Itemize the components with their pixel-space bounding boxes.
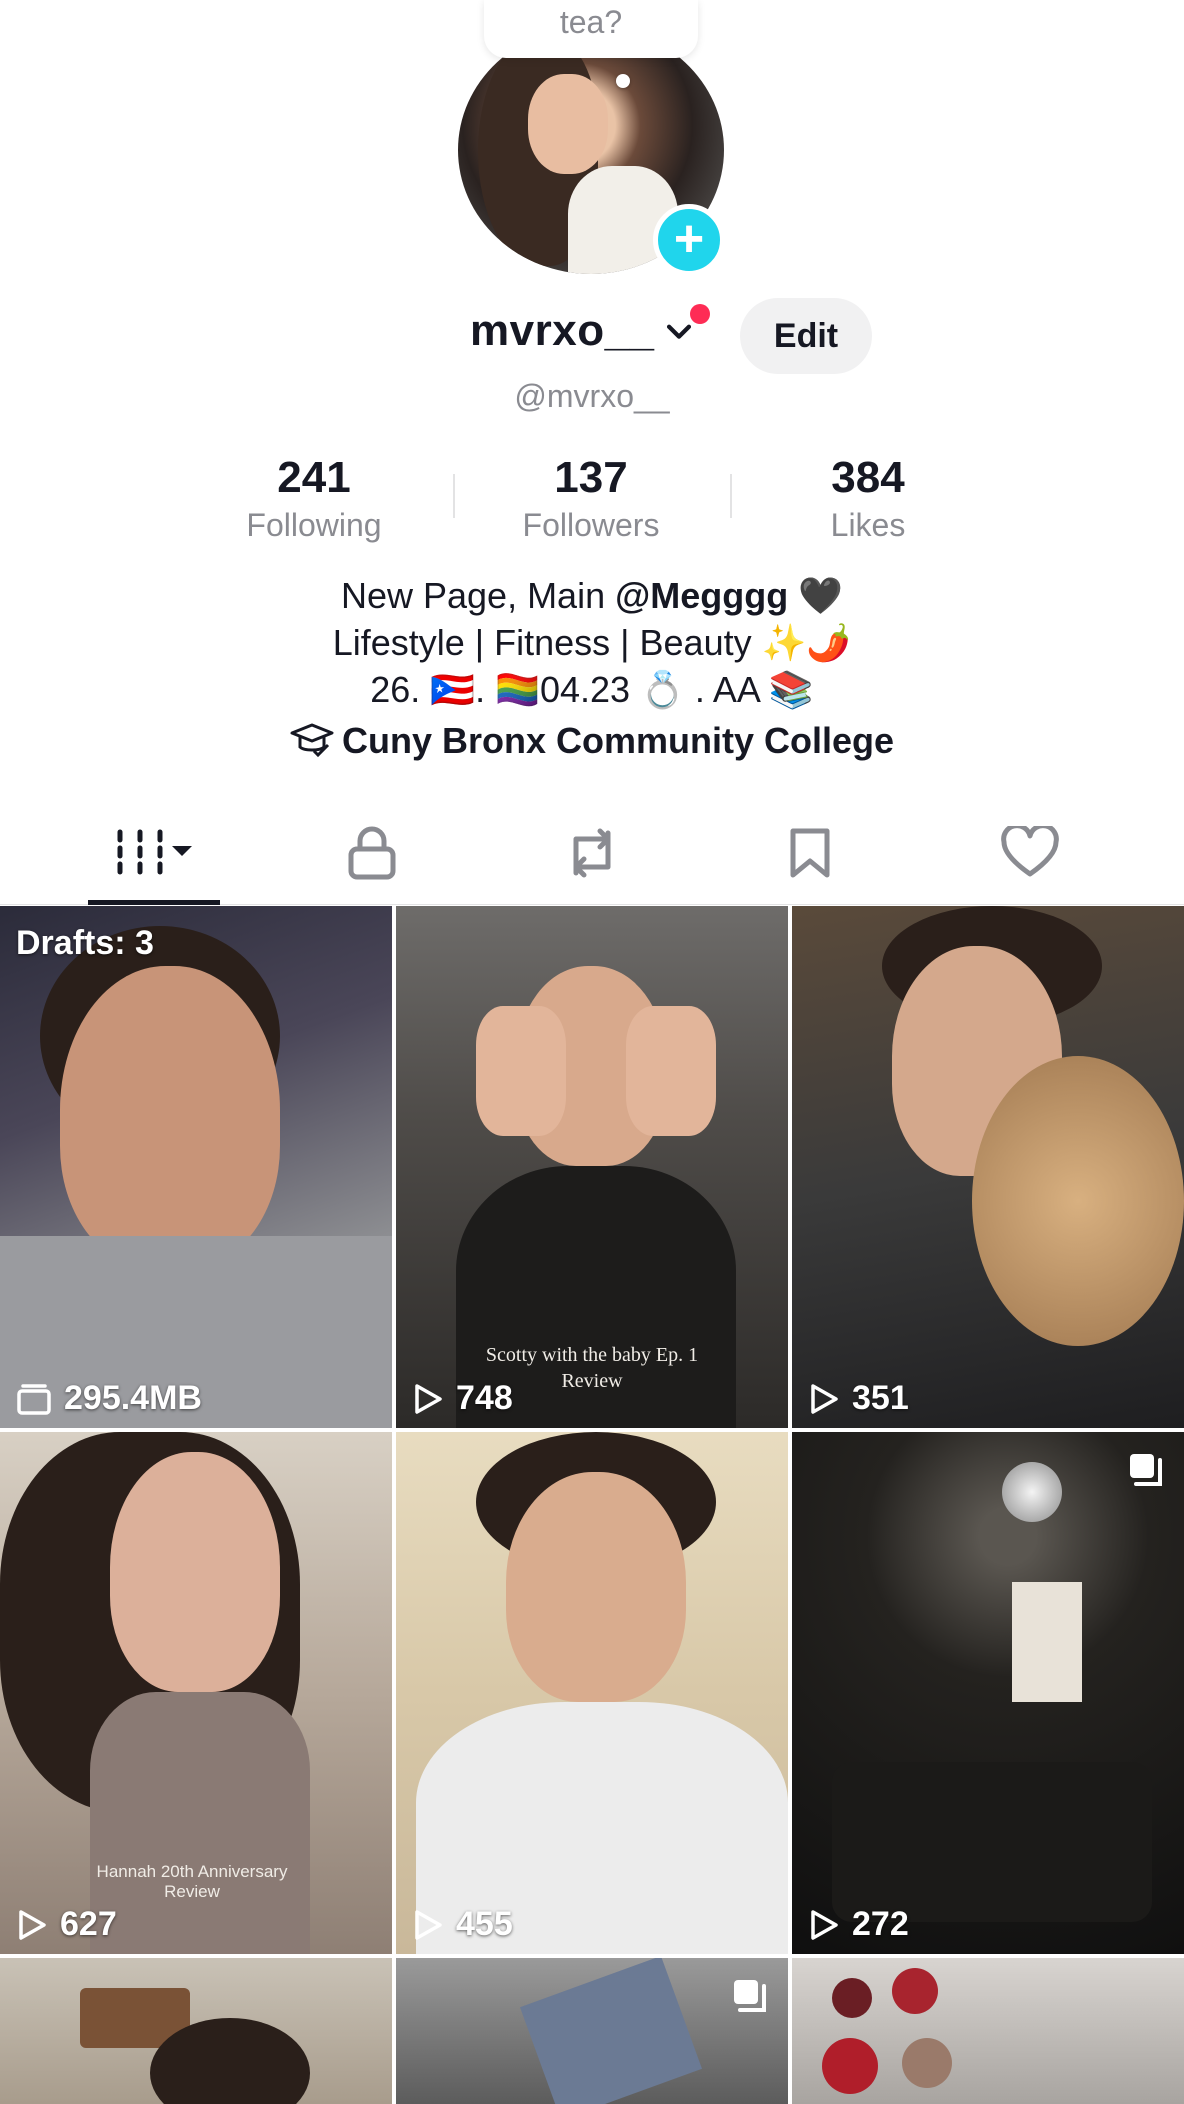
followers-count: 137 [554, 453, 628, 502]
stat-divider [730, 474, 732, 518]
video-thumbnail[interactable]: Scotty with the baby Ep. 1 Review 748 [396, 906, 788, 1428]
video-thumbnail[interactable]: 272 [792, 1432, 1184, 1954]
thumb-detail [972, 1056, 1184, 1346]
bio-text: 🖤 [788, 575, 844, 616]
thumb-detail [1012, 1582, 1082, 1702]
video-thumbnail[interactable]: 455 [396, 1432, 788, 1954]
bio-text: New Page, Main [340, 575, 616, 616]
user-handle: @mvrxo__ [514, 378, 670, 414]
heart-icon [1001, 826, 1059, 877]
active-tab-indicator [88, 900, 220, 905]
play-icon [811, 1909, 838, 1940]
likes-label: Likes [830, 507, 906, 543]
thumb-detail [506, 1472, 686, 1702]
bio-line-1: New Page, Main @Megggg 🖤 [0, 572, 1184, 620]
view-count: 351 [852, 1379, 909, 1417]
video-overlay: 627 [16, 1905, 117, 1944]
repost-icon [573, 828, 611, 878]
drafts-stack-icon [17, 1383, 51, 1415]
thumb-detail [626, 1006, 716, 1136]
play-icon [19, 1909, 46, 1940]
balloon [832, 1978, 872, 2018]
view-count: 455 [456, 1905, 513, 1943]
video-thumbnail[interactable]: Drafts: 3 295.4MB [0, 906, 392, 1428]
school-link[interactable]: Cuny Bronx Community College [0, 720, 1184, 762]
tab-reposts[interactable] [512, 818, 672, 888]
thumb-detail [110, 1452, 280, 1692]
thumb-detail [832, 1762, 1152, 1922]
video-thumbnail[interactable] [396, 1958, 788, 2104]
photo-carousel-icon [734, 1980, 766, 2012]
tab-liked[interactable] [950, 818, 1110, 888]
play-icon [415, 1383, 442, 1414]
thumb-detail [60, 966, 280, 1266]
stat-likes[interactable]: 384 Likes [748, 452, 988, 546]
video-thumbnail[interactable] [792, 1958, 1184, 2104]
video-overlay: 272 [808, 1905, 909, 1944]
bookmark-icon [790, 828, 830, 878]
bio-line-2: Lifestyle | Fitness | Beauty ✨🌶️ [332, 622, 852, 663]
balloon [902, 2038, 952, 2088]
following-count: 241 [277, 453, 351, 502]
followers-label: Followers [522, 507, 660, 543]
video-thumbnail[interactable]: Hannah 20th Anniversary Review 627 [0, 1432, 392, 1954]
tab-private[interactable] [292, 818, 452, 888]
play-icon [811, 1383, 838, 1414]
display-name[interactable]: mvrxo__ [470, 306, 655, 356]
stat-divider [453, 474, 455, 518]
view-count: 627 [60, 1905, 117, 1943]
thumb-detail [476, 1006, 566, 1136]
view-count: 748 [456, 1379, 513, 1417]
play-icon [415, 1909, 442, 1940]
edit-profile-button[interactable]: Edit [740, 298, 872, 374]
draft-size: 295.4MB [64, 1379, 202, 1417]
balloon [822, 2038, 878, 2094]
balloon [892, 1968, 938, 2014]
stat-followers[interactable]: 137 Followers [471, 452, 711, 546]
drafts-badge: Drafts: 3 [16, 924, 154, 962]
bio-line-3: 26. 🇵🇷. 🏳️‍🌈04.23 💍 . AA 📚 [370, 669, 814, 710]
view-count: 272 [852, 1905, 909, 1943]
likes-count: 384 [831, 453, 905, 502]
video-overlay: 295.4MB [16, 1379, 202, 1418]
stat-following[interactable]: 241 Following [194, 452, 434, 546]
tab-favorites[interactable] [730, 818, 890, 888]
video-overlay: 748 [412, 1379, 513, 1418]
video-overlay: 455 [412, 1905, 513, 1944]
disco-ball [1002, 1462, 1062, 1522]
lock-icon [348, 826, 396, 880]
video-overlay: 351 [808, 1379, 909, 1418]
video-thumbnail[interactable] [0, 1958, 392, 2104]
thumb-detail [520, 1958, 702, 2104]
add-story-button[interactable]: + [653, 204, 725, 276]
school-name: Cuny Bronx Community College [341, 720, 895, 761]
following-label: Following [246, 507, 382, 543]
graduation-cap-icon [290, 723, 334, 758]
grid-icon [117, 829, 192, 875]
note-bubble-tail [616, 74, 630, 88]
video-caption: Hannah 20th Anniversary Review [96, 1862, 288, 1901]
notification-dot [690, 304, 710, 324]
bio-mention-link[interactable]: @Megggg [615, 575, 788, 616]
video-thumbnail[interactable]: 351 [792, 906, 1184, 1428]
thumb-detail [90, 1692, 310, 1954]
avatar-face [528, 74, 608, 174]
note-bubble[interactable]: tea? [484, 0, 698, 58]
photo-carousel-icon [1130, 1454, 1162, 1486]
tab-videos[interactable] [74, 818, 234, 888]
